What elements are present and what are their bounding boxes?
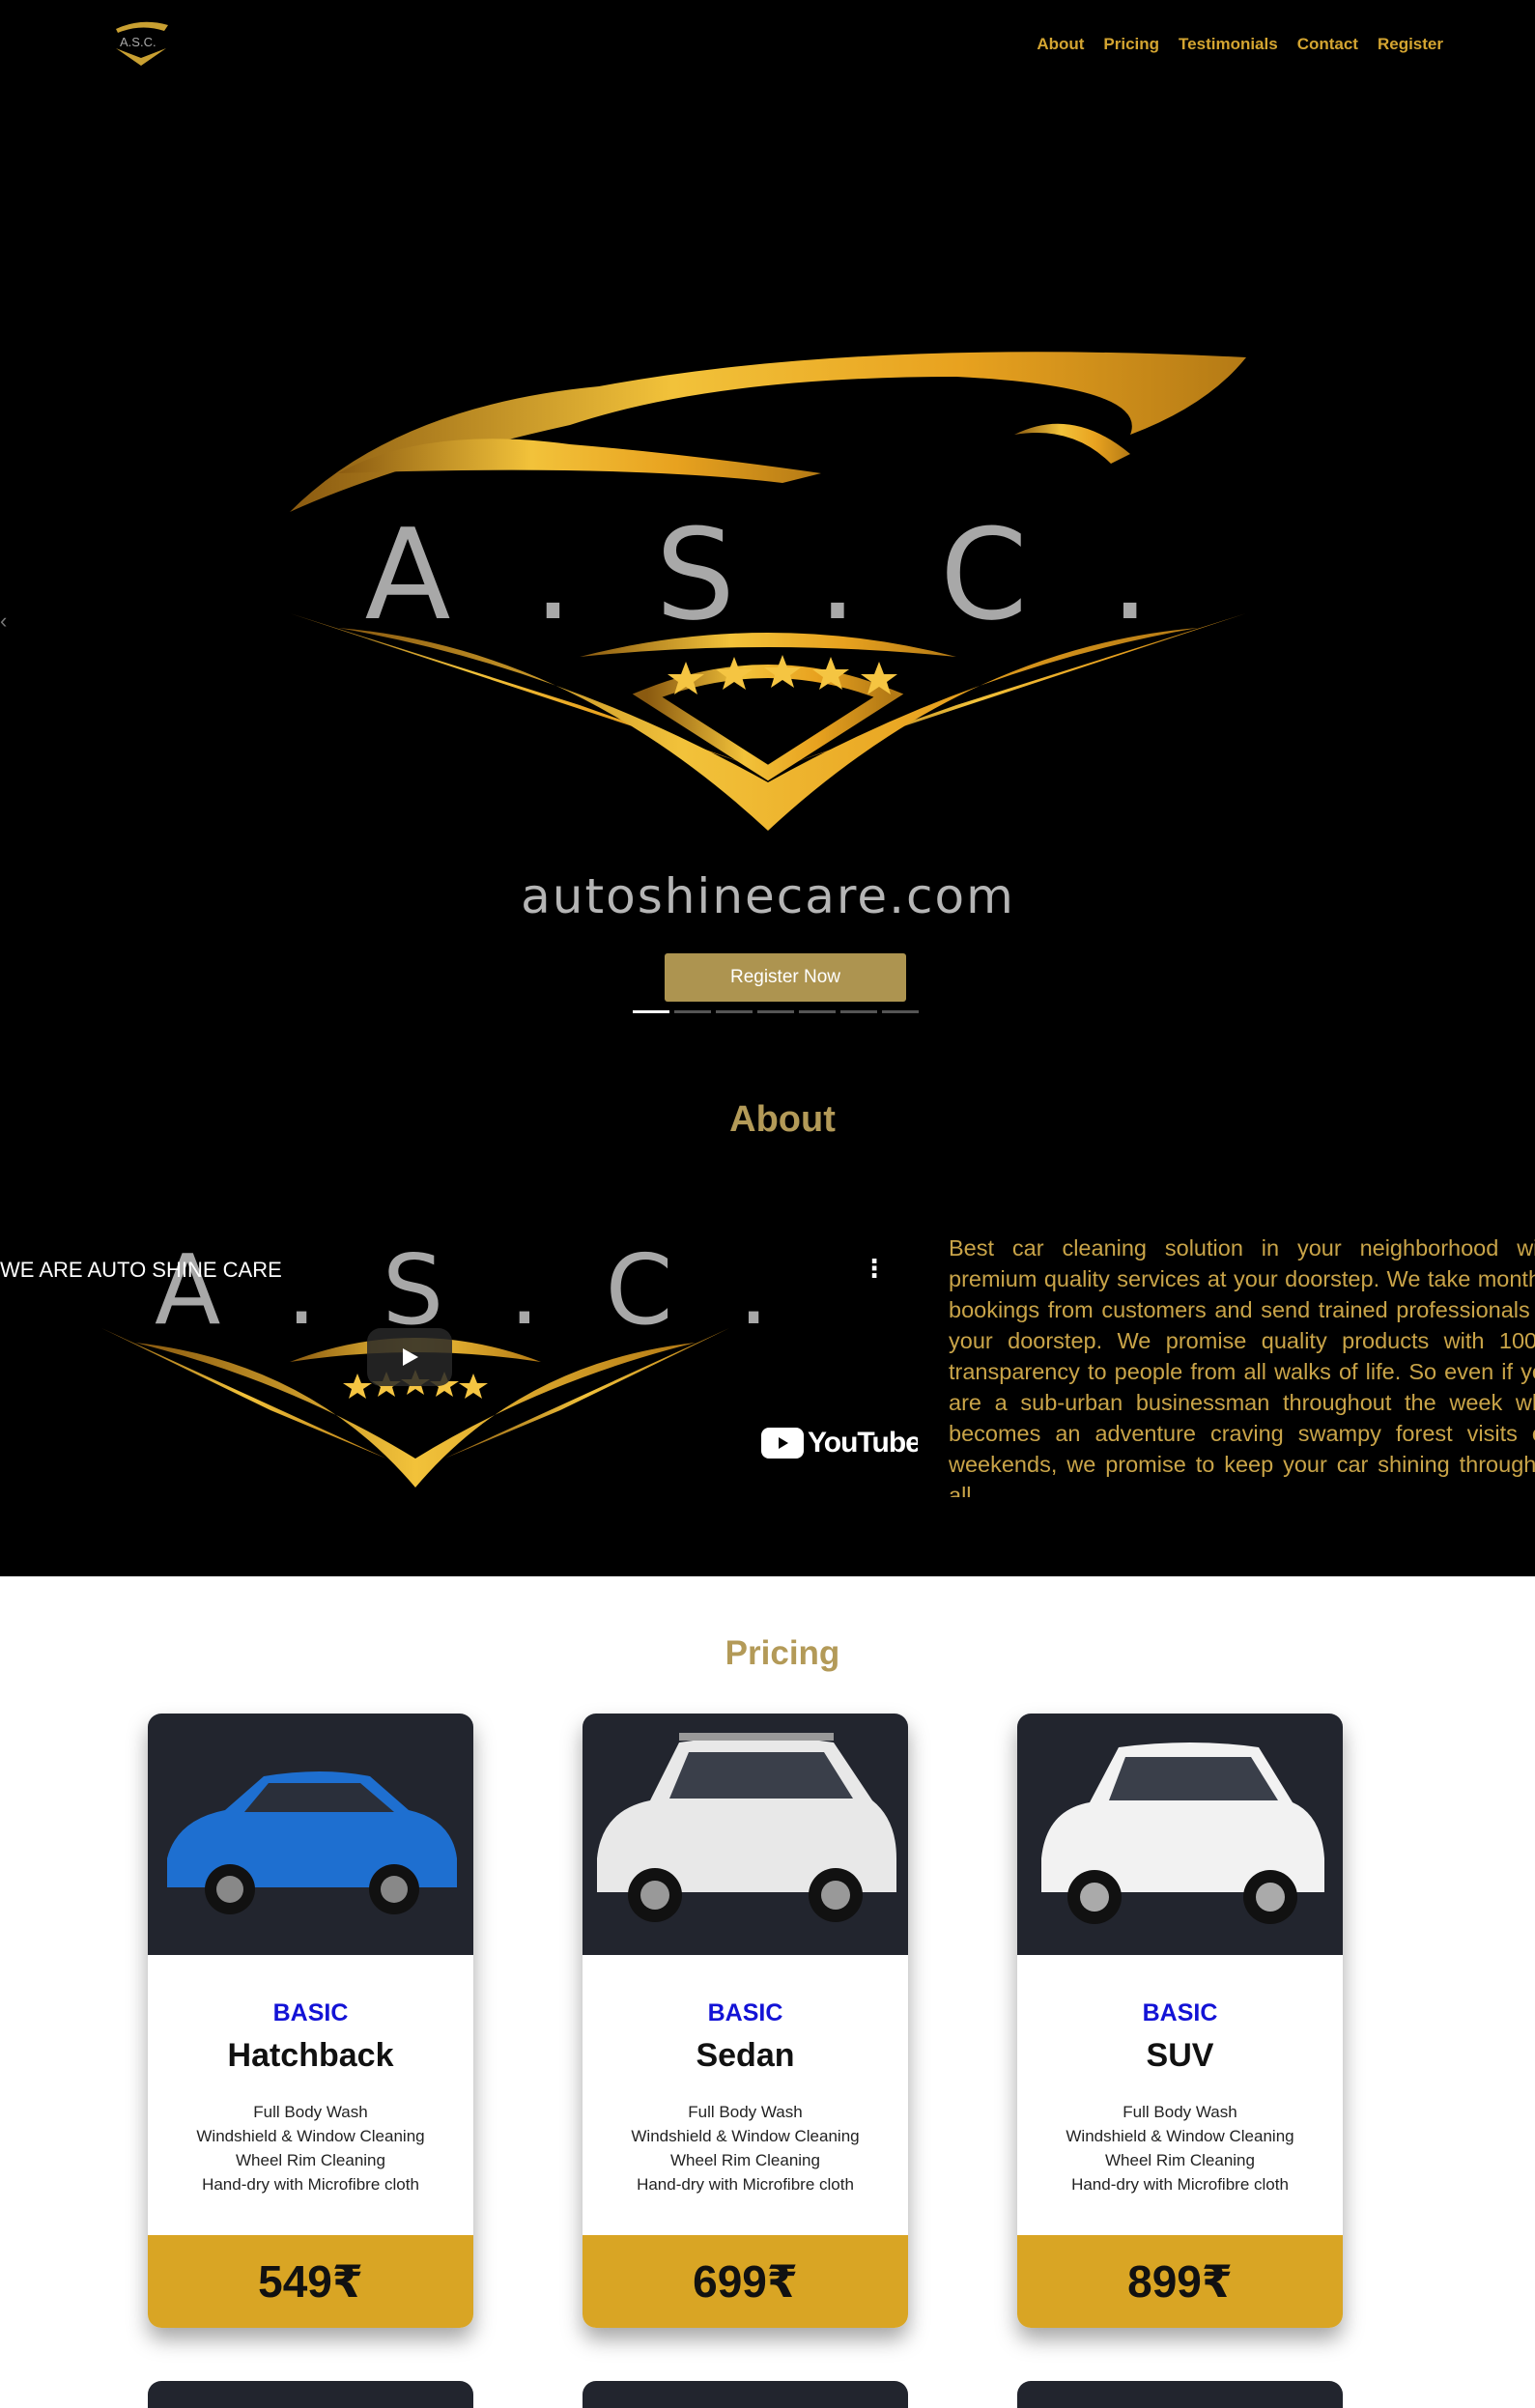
- plan-feature: Windshield & Window Cleaning: [196, 2127, 425, 2145]
- nav-contact[interactable]: Contact: [1297, 35, 1358, 54]
- sedan-car-image: [583, 1714, 908, 1955]
- carousel-indicator[interactable]: [674, 1010, 711, 1013]
- hero-logo-letters: A . S . C .: [365, 501, 1172, 648]
- hero-logo-image: A . S . C . autoshinecare.com: [280, 319, 1256, 937]
- carousel-indicator[interactable]: [757, 1010, 794, 1013]
- carousel-indicator[interactable]: [716, 1010, 753, 1013]
- youtube-logo-icon[interactable]: YouTube: [761, 1427, 918, 1459]
- plan-feature: Windshield & Window Cleaning: [631, 2127, 860, 2145]
- pricing-heading: Pricing: [725, 1634, 840, 1672]
- pricing-card-hatchback[interactable]: BASIC Hatchback Full Body Wash Windshiel…: [148, 1714, 473, 2328]
- nav-pricing[interactable]: Pricing: [1103, 35, 1159, 54]
- carousel-indicator[interactable]: [633, 1010, 669, 1013]
- svg-text:A . S . C .: A . S . C .: [155, 1233, 786, 1346]
- hatchback-car-image: [148, 1714, 473, 1955]
- top-navbar: A.S.C. About Pricing Testimonials Contac…: [0, 0, 1535, 87]
- hero-carousel: ‹ A . S . C . autoshinecare.com: [0, 87, 1535, 1053]
- plan-price: 899₹: [1017, 2235, 1343, 2328]
- nav-about[interactable]: About: [1037, 35, 1084, 54]
- asc-logo-icon[interactable]: A.S.C.: [108, 14, 174, 75]
- plan-feature: Hand-dry with Microfibre cloth: [637, 2175, 854, 2194]
- carousel-indicator[interactable]: [799, 1010, 836, 1013]
- plan-price: 699₹: [583, 2235, 908, 2328]
- plan-features: Full Body Wash Windshield & Window Clean…: [148, 2100, 473, 2196]
- about-heading: About: [729, 1099, 836, 1140]
- plan-tier: BASIC: [272, 1999, 349, 2026]
- plan-price: 549₹: [148, 2235, 473, 2328]
- plan-name: Sedan: [696, 2037, 795, 2074]
- plan-name: Hatchback: [227, 2037, 394, 2074]
- nav-testimonials[interactable]: Testimonials: [1179, 35, 1278, 54]
- about-text-container: Best car cleaning solution in your neigh…: [949, 1227, 1535, 1497]
- plan-features: Full Body Wash Windshield & Window Clean…: [583, 2100, 908, 2196]
- plan-feature: Wheel Rim Cleaning: [1105, 2151, 1255, 2169]
- carousel-indicator[interactable]: [840, 1010, 877, 1013]
- youtube-video-embed[interactable]: A . S . C . WE ARE AUTO SHINE CARE ⋮ You…: [0, 1217, 918, 1497]
- pricing-section: Pricing BASIC Hatchback Full Body Wash W…: [0, 1576, 1535, 2408]
- plan-feature: Full Body Wash: [688, 2103, 803, 2121]
- about-description: Best car cleaning solution in your neigh…: [949, 1235, 1535, 1497]
- hero-domain-text: autoshinecare.com: [521, 868, 1015, 924]
- video-title[interactable]: WE ARE AUTO SHINE CARE: [0, 1258, 282, 1283]
- nav-links: About Pricing Testimonials Contact Regis…: [1037, 35, 1443, 54]
- carousel-indicators: [633, 1010, 919, 1013]
- svg-text:A.S.C.: A.S.C.: [120, 35, 156, 49]
- nav-register[interactable]: Register: [1378, 35, 1443, 54]
- plan-feature: Full Body Wash: [1123, 2103, 1237, 2121]
- plan-tier: BASIC: [707, 1999, 783, 2026]
- suv-car-image: [1017, 1714, 1343, 1955]
- carousel-prev-icon[interactable]: ‹: [0, 609, 7, 634]
- plan-feature: Full Body Wash: [253, 2103, 368, 2121]
- plan-feature: Hand-dry with Microfibre cloth: [202, 2175, 419, 2194]
- pricing-card-next: [583, 2381, 908, 2408]
- plan-tier: BASIC: [1142, 1999, 1218, 2026]
- pricing-card-sedan[interactable]: BASIC Sedan Full Body Wash Windshield & …: [583, 1714, 908, 2328]
- pricing-card-next: [148, 2381, 473, 2408]
- plan-name: SUV: [1146, 2037, 1214, 2074]
- plan-feature: Wheel Rim Cleaning: [670, 2151, 820, 2169]
- carousel-indicator[interactable]: [882, 1010, 919, 1013]
- plan-feature: Windshield & Window Cleaning: [1066, 2127, 1294, 2145]
- plan-feature: Hand-dry with Microfibre cloth: [1071, 2175, 1289, 2194]
- youtube-logo-text: YouTube: [808, 1427, 918, 1459]
- pricing-card-suv[interactable]: BASIC SUV Full Body Wash Windshield & Wi…: [1017, 1714, 1343, 2328]
- plan-feature: Wheel Rim Cleaning: [236, 2151, 385, 2169]
- play-button-icon[interactable]: [367, 1328, 452, 1386]
- register-now-button[interactable]: Register Now: [665, 953, 906, 1002]
- pricing-card-next: [1017, 2381, 1343, 2408]
- plan-features: Full Body Wash Windshield & Window Clean…: [1017, 2100, 1343, 2196]
- more-vert-icon[interactable]: ⋮: [862, 1254, 887, 1284]
